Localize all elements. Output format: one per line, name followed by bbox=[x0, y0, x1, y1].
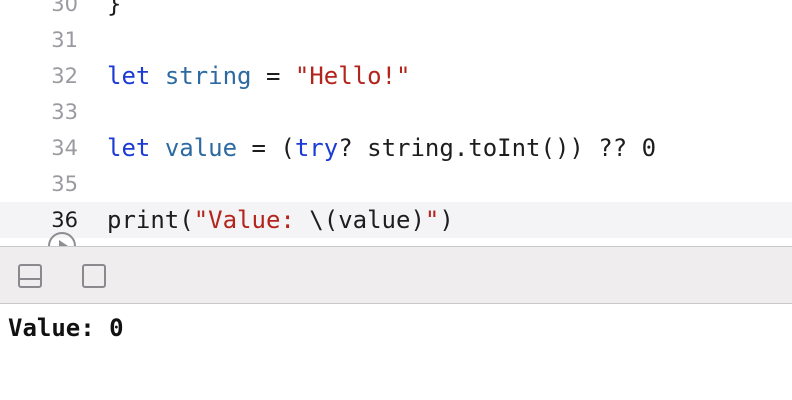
code-line[interactable]: 35 bbox=[0, 166, 792, 202]
line-number: 30 bbox=[51, 0, 78, 16]
code-line[interactable]: 34 let value = (try? string.toInt()) ?? 0 bbox=[0, 130, 792, 166]
show-console-button[interactable] bbox=[82, 264, 106, 288]
code-token: string bbox=[164, 62, 252, 90]
debug-bar bbox=[0, 246, 792, 304]
code-token: "Value: bbox=[193, 206, 310, 234]
code-line[interactable]: 32 let string = "Hello!" bbox=[0, 58, 792, 94]
code-text: let string = "Hello!" bbox=[107, 58, 410, 94]
line-number: 35 bbox=[51, 172, 78, 196]
code-token: " bbox=[424, 206, 440, 234]
line-number: 34 bbox=[51, 136, 78, 160]
hide-debug-area-button[interactable] bbox=[18, 264, 42, 288]
line-number: 31 bbox=[51, 28, 78, 52]
code-line[interactable]: 36 print("Value: \(value)") bbox=[0, 202, 792, 238]
code-token: let bbox=[107, 134, 151, 162]
code-line[interactable]: 30} bbox=[0, 0, 792, 22]
code-token: ) bbox=[439, 206, 454, 234]
code-text: print("Value: \(value)") bbox=[107, 202, 454, 238]
console-output-area[interactable]: Value: 0 bbox=[0, 304, 792, 400]
code-token: print( bbox=[107, 206, 194, 234]
code-token: let bbox=[107, 62, 151, 90]
line-number: 32 bbox=[51, 64, 78, 88]
code-line[interactable]: 31 bbox=[0, 22, 792, 58]
code-token: } bbox=[107, 0, 122, 18]
code-line[interactable]: 33 bbox=[0, 94, 792, 130]
console-output-line: Value: 0 bbox=[8, 314, 124, 342]
code-token: "Hello!" bbox=[294, 62, 411, 90]
code-token: = bbox=[251, 62, 295, 90]
code-token: try bbox=[294, 134, 339, 162]
code-editor[interactable]: 30} 31 32 let string = "Hello!" 33 34 let valu… bbox=[0, 0, 792, 246]
code-text: } bbox=[107, 0, 121, 22]
line-number: 33 bbox=[51, 100, 78, 124]
code-token: ? string.toInt()) ?? 0 bbox=[338, 134, 657, 162]
code-token: = ( bbox=[237, 134, 295, 162]
code-token: value bbox=[164, 134, 238, 162]
code-text: let value = (try? string.toInt()) ?? 0 bbox=[107, 130, 656, 166]
code-token: \(value) bbox=[309, 206, 425, 234]
